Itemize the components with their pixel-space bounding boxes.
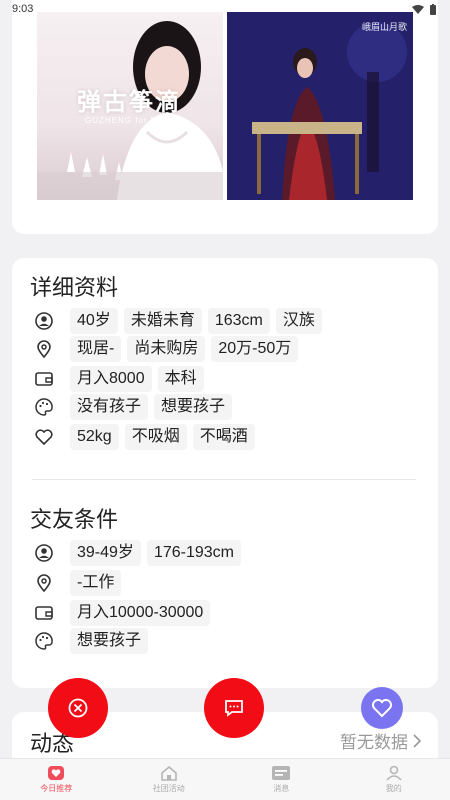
profile-row-basic: 40岁 未婚未育 163cm 汉族 — [34, 308, 322, 334]
profile-chip-income: 月入8000 — [70, 366, 152, 392]
home-icon — [160, 765, 177, 781]
close-circle-icon — [68, 698, 88, 718]
detail-card: 详细资料 40岁 未婚未育 163cm 汉族 现居- 尚未购房 20万-50万 … — [12, 258, 438, 688]
criteria-row-income: 月入10000-30000 — [34, 600, 211, 626]
dynamics-empty-label: 暂无数据 — [340, 733, 408, 752]
like-button[interactable] — [361, 687, 403, 729]
wallet-icon — [34, 369, 54, 389]
criteria-row-children: 想要孩子 — [34, 628, 149, 654]
palette-icon — [34, 631, 54, 651]
profile-section-title: 详细资料 — [30, 275, 119, 300]
person-icon — [386, 765, 402, 781]
profile-chip-marital: 未婚未育 — [123, 308, 202, 334]
battery-icon — [430, 4, 436, 15]
profile-row-income: 月入8000 本科 — [34, 366, 204, 392]
chat-button[interactable] — [204, 678, 264, 738]
photo-gallery-card: 弹古筝滴 GUZHENG for ME 峨眉山月歌 — [12, 0, 438, 234]
status-icons — [412, 4, 436, 15]
profile-chip-smoking: 不吸烟 — [124, 424, 187, 450]
dynamics-empty-link[interactable]: 暂无数据 — [340, 728, 422, 753]
criteria-chip-age: 39-49岁 — [70, 540, 141, 566]
profile-chip-weight: 52kg — [70, 424, 119, 450]
location-pin-icon — [34, 573, 54, 593]
criteria-chip-income: 月入10000-30000 — [70, 600, 211, 626]
section-divider — [32, 479, 416, 480]
photo-1-subtitle: GUZHENG for ME — [85, 116, 165, 125]
tab-mine[interactable]: 我的 — [338, 759, 450, 800]
message-icon — [272, 766, 291, 780]
profile-chip-wants-children: 想要孩子 — [154, 394, 233, 420]
wallet-icon — [34, 603, 54, 623]
dislike-button[interactable] — [48, 678, 108, 738]
tab-club-activities[interactable]: 社团活动 — [113, 759, 226, 800]
tab-label: 消息 — [273, 784, 290, 793]
profile-chip-education: 本科 — [157, 366, 204, 392]
criteria-row-location: -工作 — [34, 570, 122, 596]
status-time: 9:03 — [12, 3, 34, 15]
chevron-right-icon — [413, 733, 422, 748]
profile-row-children: 没有孩子 想要孩子 — [34, 394, 233, 420]
user-circle-icon — [34, 311, 54, 331]
profile-chip-residence: 现居- — [70, 336, 122, 362]
heart-icon — [372, 699, 392, 718]
tab-label: 我的 — [385, 784, 402, 793]
tab-label: 社团活动 — [152, 784, 185, 793]
profile-chip-age: 40岁 — [70, 308, 118, 334]
profile-chip-drinking: 不喝酒 — [192, 424, 255, 450]
criteria-chip-work-location: -工作 — [70, 570, 122, 596]
criteria-chip-wants-children: 想要孩子 — [70, 628, 149, 654]
palette-icon — [34, 397, 54, 417]
profile-row-residence: 现居- 尚未购房 20万-50万 — [34, 336, 299, 362]
tab-label: 今日推荐 — [40, 784, 73, 793]
user-circle-icon — [34, 543, 54, 563]
bottom-tab-bar: 今日推荐 社团活动 消息 我的 — [0, 758, 450, 800]
photo-2-illustration — [227, 12, 413, 200]
profile-photo-1[interactable]: 弹古筝滴 GUZHENG for ME — [37, 12, 223, 200]
profile-photo-2[interactable]: 峨眉山月歌 — [227, 12, 413, 200]
photo-1-title: 弹古筝滴 — [77, 89, 181, 116]
criteria-chip-height: 176-193cm — [146, 540, 241, 566]
heart-outline-icon — [34, 427, 54, 447]
tab-today-recommend[interactable]: 今日推荐 — [0, 759, 113, 800]
location-pin-icon — [34, 339, 54, 359]
profile-chip-has-children: 没有孩子 — [70, 394, 149, 420]
profile-row-lifestyle: 52kg 不吸烟 不喝酒 — [34, 424, 255, 450]
status-bar: 9:03 — [0, 0, 450, 22]
heart-badge-icon — [48, 766, 65, 780]
criteria-section-title: 交友条件 — [30, 507, 119, 532]
wifi-icon — [412, 4, 424, 14]
criteria-row-basic: 39-49岁 176-193cm — [34, 540, 241, 566]
message-icon — [225, 700, 243, 717]
profile-chip-ethnicity: 汉族 — [275, 308, 322, 334]
profile-chip-housing: 尚未购房 — [127, 336, 206, 362]
tab-messages[interactable]: 消息 — [225, 759, 338, 800]
profile-chip-assets: 20万-50万 — [211, 336, 299, 362]
profile-chip-height: 163cm — [207, 308, 270, 334]
